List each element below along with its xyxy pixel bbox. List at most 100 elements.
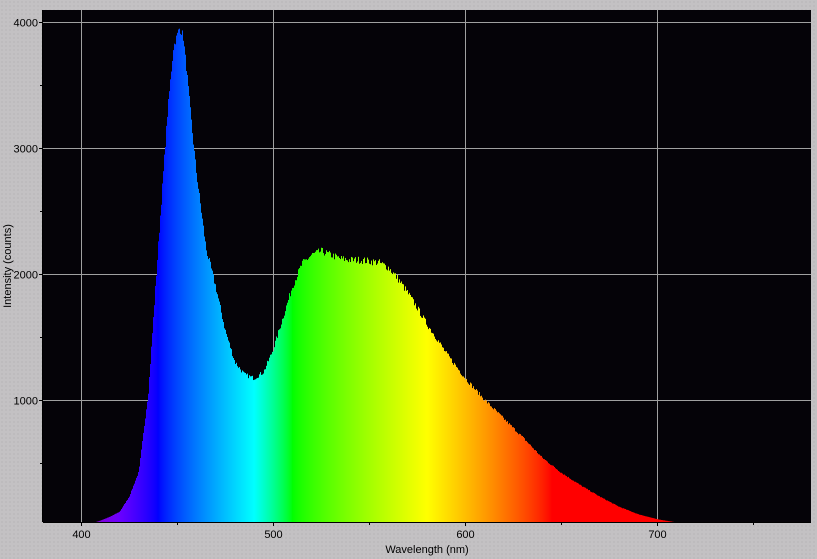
y-tick-label: 1000	[14, 396, 38, 408]
spectrum-bar	[334, 259, 335, 522]
spectrum-bar	[591, 492, 592, 522]
spectrum-bar	[126, 500, 127, 522]
spectrum-bar	[162, 183, 163, 522]
spectrum-bar	[519, 433, 520, 522]
spectrum-bar	[364, 257, 365, 522]
spectrum-bar	[531, 446, 532, 522]
spectrum-bar	[627, 509, 628, 522]
spectrum-bar	[159, 232, 160, 522]
spectrum-bar	[264, 369, 265, 522]
spectrum-bar	[377, 263, 378, 522]
spectrum-bar	[489, 403, 490, 522]
spectrum-bar	[653, 518, 654, 522]
spectrum-bar	[532, 447, 533, 522]
spectrum-bar	[312, 252, 313, 522]
spectrum-bar	[156, 275, 157, 522]
spectrum-bar	[587, 488, 588, 522]
spectrum-bar	[321, 247, 322, 523]
spectrum-bar	[398, 282, 399, 522]
spectrum-bar	[621, 507, 622, 522]
spectrum-bar	[349, 259, 350, 522]
spectrum-bar	[354, 258, 355, 522]
spectrum-bar	[134, 483, 135, 522]
spectrum-bar	[167, 116, 168, 523]
spectrum-bar	[356, 262, 357, 522]
spectrum-bar	[145, 418, 146, 522]
spectrum-bar	[407, 289, 408, 522]
spectrum-bar	[667, 520, 668, 522]
spectrum-bar	[481, 395, 482, 522]
spectrum-bar	[448, 353, 449, 522]
spectrum-bar	[236, 362, 237, 522]
spectrum-bar	[288, 299, 289, 522]
spectrum-bar	[344, 260, 345, 522]
spectrum-bar	[616, 505, 617, 522]
spectrum-bar	[124, 504, 125, 522]
spectrum-bar	[228, 340, 229, 522]
x-tick-label: 500	[264, 529, 282, 541]
spectrum-bar	[287, 302, 288, 522]
spectrum-bar	[658, 519, 659, 522]
spectrum-bar	[241, 372, 242, 522]
spectrum-bar	[185, 54, 186, 522]
spectrum-bar	[399, 279, 400, 522]
spectrum-bar	[509, 423, 510, 522]
spectrum-bar	[438, 340, 439, 522]
spectrum-bar	[401, 281, 402, 522]
spectrum-bar	[251, 376, 252, 522]
spectrum-bar	[617, 505, 618, 522]
spectrum-bar	[250, 376, 251, 522]
spectrum-bar	[537, 453, 538, 522]
spectrum-bar	[357, 261, 358, 522]
spectrum-bar	[175, 44, 176, 523]
spectrum-bar	[441, 344, 442, 522]
spectrum-bar	[548, 463, 549, 522]
spectrum-bar	[337, 256, 338, 522]
spectrum-bar	[105, 518, 106, 522]
spectrum-bar	[315, 251, 316, 522]
spectrum-bar	[102, 519, 103, 522]
spectrum-bar	[163, 171, 164, 522]
spectrum-bar	[664, 520, 665, 522]
spectrum-bar	[638, 514, 639, 522]
spectrum-bar	[341, 256, 342, 522]
spectrum-bar	[213, 274, 214, 522]
spectrum-bar	[254, 379, 255, 522]
spectrum-bar	[283, 318, 284, 522]
spectrum-bar	[570, 478, 571, 522]
spectrum-bar	[427, 326, 428, 522]
spectrum-bar	[453, 364, 454, 522]
spectrum-bar	[476, 388, 477, 522]
spectrum-bar	[197, 182, 198, 523]
spectrum-bar	[522, 435, 523, 522]
spectrum-bar	[318, 248, 319, 522]
spectrum-bar	[547, 461, 548, 522]
spectrum-bar	[239, 367, 240, 522]
spectrum-bar	[574, 481, 575, 522]
spectrum-bar	[100, 520, 101, 522]
spectrum-bar	[457, 367, 458, 522]
spectrum-bar	[409, 292, 410, 522]
spectrum-bar	[153, 317, 154, 522]
spectrum-bar	[404, 290, 405, 522]
spectrum-bar	[434, 336, 435, 522]
spectrum-bar	[475, 389, 476, 522]
spectrum-bar	[133, 485, 134, 522]
spectrum-bar	[220, 305, 221, 522]
spectrum-bar	[521, 435, 522, 522]
spectrum-bar	[309, 257, 310, 522]
spectrum-bar	[147, 401, 148, 522]
spectrum-bar	[452, 362, 453, 522]
spectrum-bar	[306, 259, 307, 522]
spectrum-bar	[279, 329, 280, 522]
spectrum-bar	[371, 260, 372, 522]
spectrum-bar	[261, 374, 262, 522]
spectrum-bar	[516, 431, 517, 522]
spectrum-bar	[331, 257, 332, 522]
spectrum-bar	[260, 372, 261, 522]
spectrum-bar	[469, 384, 470, 522]
spectrum-bar	[567, 477, 568, 522]
spectrum-bar	[188, 86, 189, 522]
spectrum-bar	[637, 513, 638, 522]
spectrum-bar	[307, 260, 308, 522]
